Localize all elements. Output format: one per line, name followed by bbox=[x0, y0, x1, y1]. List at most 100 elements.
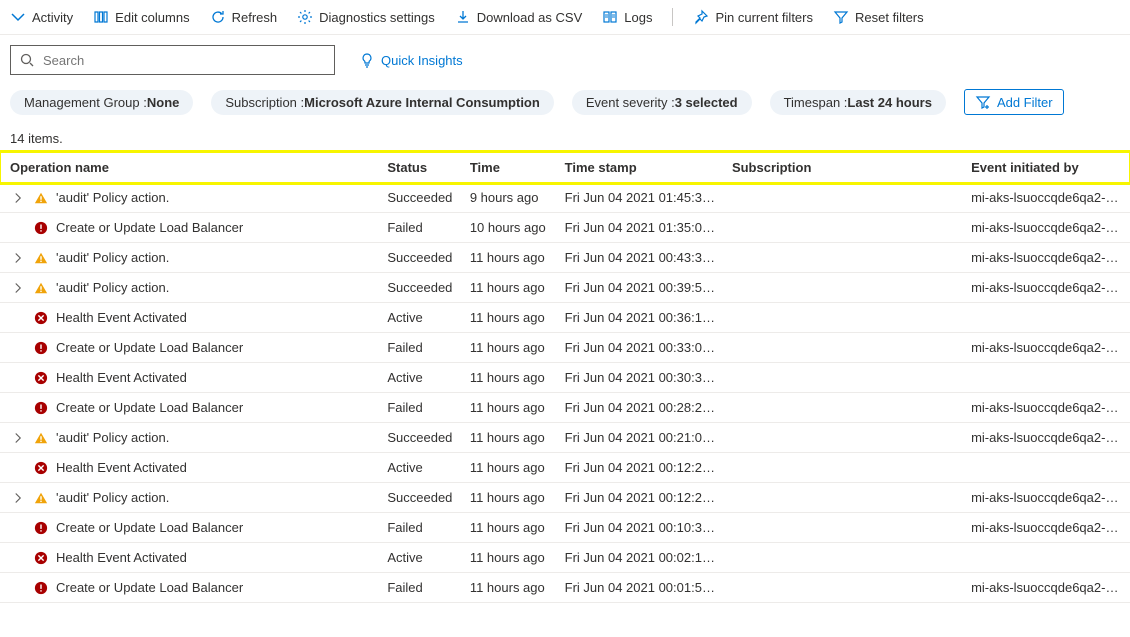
time-value: 11 hours ago bbox=[464, 453, 559, 483]
col-timestamp[interactable]: Time stamp bbox=[559, 152, 726, 183]
col-initiated-by[interactable]: Event initiated by bbox=[965, 152, 1130, 183]
filter-label: Event severity : bbox=[586, 95, 675, 110]
toolbar-separator bbox=[672, 8, 673, 26]
timestamp-value: Fri Jun 04 2021 00:02:1… bbox=[559, 543, 726, 573]
time-value: 11 hours ago bbox=[464, 393, 559, 423]
col-subscription[interactable]: Subscription bbox=[726, 152, 965, 183]
activity-label: Activity bbox=[32, 10, 73, 25]
warn-icon bbox=[34, 431, 48, 445]
diagnostics-button[interactable]: Diagnostics settings bbox=[297, 9, 435, 25]
timestamp-value: Fri Jun 04 2021 00:12:2… bbox=[559, 453, 726, 483]
initiated-by-value bbox=[965, 303, 1130, 333]
table-row[interactable]: Health Event ActivatedActive11 hours ago… bbox=[0, 363, 1130, 393]
expand-toggle[interactable] bbox=[10, 432, 26, 444]
operation-name: Health Event Activated bbox=[56, 550, 187, 565]
filter-timespan[interactable]: Timespan : Last 24 hours bbox=[770, 90, 946, 115]
bad-icon bbox=[34, 371, 48, 385]
quick-insights-button[interactable]: Quick Insights bbox=[359, 52, 463, 68]
download-icon bbox=[455, 9, 471, 25]
col-time[interactable]: Time bbox=[464, 152, 559, 183]
table-header-row: Operation name Status Time Time stamp Su… bbox=[0, 152, 1130, 183]
search-icon bbox=[19, 52, 35, 68]
operation-name: Create or Update Load Balancer bbox=[56, 340, 243, 355]
operation-name: Health Event Activated bbox=[56, 370, 187, 385]
reset-filters-label: Reset filters bbox=[855, 10, 924, 25]
table-row[interactable]: Create or Update Load Balancer Failed11 h… bbox=[0, 573, 1130, 603]
logs-button[interactable]: Logs bbox=[602, 9, 652, 25]
initiated-by-value: mi-aks-lsuoccqde6qa2-co… bbox=[965, 273, 1130, 303]
table-row[interactable]: 'audit' Policy action.Succeeded11 hours … bbox=[0, 423, 1130, 453]
expand-toggle[interactable] bbox=[10, 282, 26, 294]
operation-name: Create or Update Load Balancer bbox=[56, 580, 243, 595]
table-row[interactable]: Health Event ActivatedActive11 hours ago… bbox=[0, 543, 1130, 573]
expand-toggle[interactable] bbox=[10, 192, 26, 204]
time-value: 11 hours ago bbox=[464, 483, 559, 513]
expand-toggle[interactable] bbox=[10, 252, 26, 264]
warn-icon bbox=[34, 281, 48, 295]
edit-columns-button[interactable]: Edit columns bbox=[93, 9, 189, 25]
items-count: 14 items. bbox=[0, 125, 1130, 152]
table-row[interactable]: 'audit' Policy action.Succeeded11 hours … bbox=[0, 273, 1130, 303]
operation-name: Create or Update Load Balancer bbox=[56, 520, 243, 535]
timestamp-value: Fri Jun 04 2021 01:35:0… bbox=[559, 213, 726, 243]
subscription-value bbox=[726, 333, 965, 363]
status-value: Failed bbox=[381, 513, 463, 543]
table-row[interactable]: Create or Update Load BalancerFailed11 h… bbox=[0, 333, 1130, 363]
table-row[interactable]: Create or Update Load BalancerFailed10 h… bbox=[0, 213, 1130, 243]
status-value: Failed bbox=[381, 573, 463, 603]
filter-value: 3 selected bbox=[675, 95, 738, 110]
time-value: 11 hours ago bbox=[464, 573, 559, 603]
warn-icon bbox=[34, 251, 48, 265]
table-row[interactable]: 'audit' Policy action.Succeeded9 hours a… bbox=[0, 183, 1130, 213]
time-value: 11 hours ago bbox=[464, 243, 559, 273]
subscription-value bbox=[726, 423, 965, 453]
filter-management-group[interactable]: Management Group : None bbox=[10, 90, 193, 115]
gear-icon bbox=[297, 9, 313, 25]
initiated-by-value: mi-aks-lsuoccqde6qa2-co… bbox=[965, 213, 1130, 243]
error-icon bbox=[34, 341, 48, 355]
bulb-icon bbox=[359, 52, 375, 68]
timestamp-value: Fri Jun 04 2021 00:12:2… bbox=[559, 483, 726, 513]
status-value: Failed bbox=[381, 393, 463, 423]
filter-value: Last 24 hours bbox=[847, 95, 932, 110]
filter-subscription[interactable]: Subscription : Microsoft Azure Internal … bbox=[211, 90, 553, 115]
timestamp-value: Fri Jun 04 2021 00:36:1… bbox=[559, 303, 726, 333]
initiated-by-value bbox=[965, 453, 1130, 483]
table-row[interactable]: Health Event ActivatedActive11 hours ago… bbox=[0, 453, 1130, 483]
reset-filters-button[interactable]: Reset filters bbox=[833, 9, 924, 25]
operation-name: 'audit' Policy action. bbox=[56, 490, 169, 505]
pin-filters-button[interactable]: Pin current filters bbox=[693, 9, 813, 25]
timestamp-value: Fri Jun 04 2021 00:10:3… bbox=[559, 513, 726, 543]
diagnostics-label: Diagnostics settings bbox=[319, 10, 435, 25]
pin-filters-label: Pin current filters bbox=[715, 10, 813, 25]
operation-name: Health Event Activated bbox=[56, 310, 187, 325]
table-row[interactable]: Health Event ActivatedActive11 hours ago… bbox=[0, 303, 1130, 333]
status-value: Succeeded bbox=[381, 243, 463, 273]
edit-columns-label: Edit columns bbox=[115, 10, 189, 25]
activity-button[interactable]: Activity bbox=[10, 9, 73, 25]
table-row[interactable]: 'audit' Policy action.Succeeded11 hours … bbox=[0, 243, 1130, 273]
status-value: Succeeded bbox=[381, 423, 463, 453]
refresh-button[interactable]: Refresh bbox=[210, 9, 278, 25]
filter-severity[interactable]: Event severity : 3 selected bbox=[572, 90, 752, 115]
operation-name: 'audit' Policy action. bbox=[56, 430, 169, 445]
subscription-value bbox=[726, 543, 965, 573]
expand-toggle[interactable] bbox=[10, 492, 26, 504]
error-icon bbox=[34, 401, 48, 415]
search-box[interactable] bbox=[10, 45, 335, 75]
status-value: Active bbox=[381, 363, 463, 393]
col-status[interactable]: Status bbox=[381, 152, 463, 183]
pin-icon bbox=[693, 9, 709, 25]
filter-label: Management Group : bbox=[24, 95, 147, 110]
status-value: Succeeded bbox=[381, 273, 463, 303]
timestamp-value: Fri Jun 04 2021 00:39:5… bbox=[559, 273, 726, 303]
table-row[interactable]: Create or Update Load Balancer Failed11 h… bbox=[0, 513, 1130, 543]
columns-icon bbox=[93, 9, 109, 25]
table-row[interactable]: Create or Update Load BalancerFailed11 h… bbox=[0, 393, 1130, 423]
col-operation[interactable]: Operation name bbox=[0, 152, 381, 183]
search-input[interactable] bbox=[43, 53, 326, 68]
add-filter-button[interactable]: Add Filter bbox=[964, 89, 1064, 115]
time-value: 11 hours ago bbox=[464, 513, 559, 543]
table-row[interactable]: 'audit' Policy action.Succeeded11 hours … bbox=[0, 483, 1130, 513]
download-csv-button[interactable]: Download as CSV bbox=[455, 9, 583, 25]
